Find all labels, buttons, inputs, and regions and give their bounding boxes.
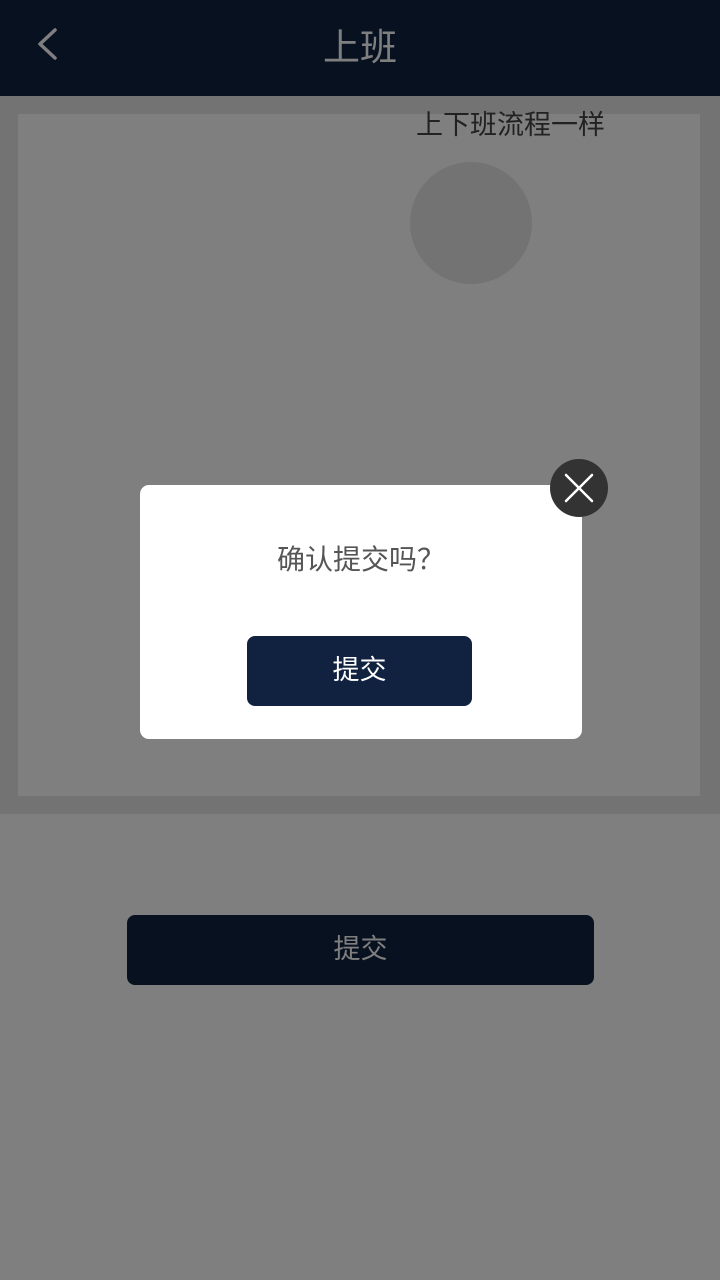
dialog-close-button[interactable] <box>550 459 608 517</box>
dialog-submit-button[interactable]: 提交 <box>247 636 472 706</box>
close-icon <box>564 473 594 503</box>
confirm-dialog: 确认提交吗？ 提交 <box>140 485 582 739</box>
dialog-message: 确认提交吗？ <box>276 543 445 576</box>
